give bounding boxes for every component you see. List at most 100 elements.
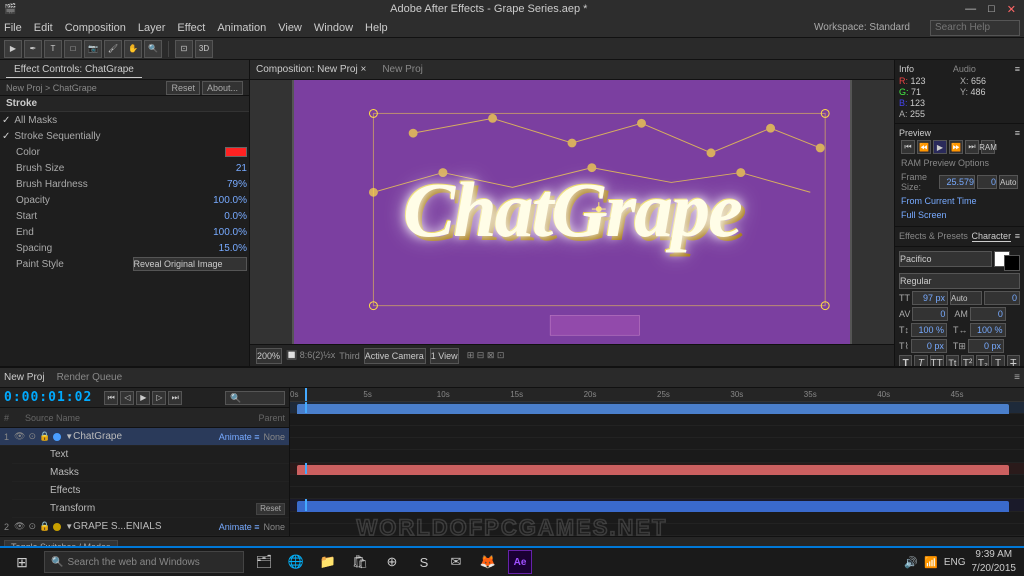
prev-ram-btn[interactable]: RAM: [981, 140, 995, 154]
layer-vis-grape[interactable]: 👁: [14, 521, 25, 532]
effect-controls-tab[interactable]: Effect Controls: ChatGrape: [6, 62, 142, 78]
tool-select[interactable]: ▶: [4, 40, 22, 58]
height-input[interactable]: [911, 323, 947, 337]
timeline-panel-menu[interactable]: ≡: [1014, 372, 1020, 383]
menu-animation[interactable]: Animation: [217, 22, 266, 34]
reset-button[interactable]: Reset: [166, 81, 200, 95]
tool-camera[interactable]: 📷: [84, 40, 102, 58]
task-mail-icon[interactable]: ✉: [444, 550, 468, 574]
menu-layer[interactable]: Layer: [138, 22, 166, 34]
menu-edit[interactable]: Edit: [34, 22, 53, 34]
task-folder-icon[interactable]: 📁: [316, 550, 340, 574]
menu-help[interactable]: Help: [365, 22, 388, 34]
tool-hand[interactable]: ✋: [124, 40, 142, 58]
menu-file[interactable]: File: [4, 22, 22, 34]
network-icon[interactable]: 📶: [924, 556, 938, 569]
camera-select[interactable]: Active Camera: [364, 348, 426, 364]
full-screen-link[interactable]: Full Screen: [899, 208, 1020, 222]
preview-tab[interactable]: Preview: [899, 128, 931, 138]
option-spacing[interactable]: Spacing 15.0%: [0, 240, 249, 256]
prev-first-btn[interactable]: ⏮: [901, 140, 915, 154]
preview-panel-menu[interactable]: ≡: [1015, 128, 1020, 138]
ep-panel-menu[interactable]: ≡: [1015, 231, 1020, 242]
task-ae-icon[interactable]: Ae: [508, 550, 532, 574]
audio-tab[interactable]: Audio: [953, 64, 976, 74]
search-taskbar[interactable]: 🔍 Search the web and Windows: [44, 551, 244, 573]
task-explorer-icon[interactable]: 🗂: [252, 550, 276, 574]
tsumi-input[interactable]: [968, 339, 1004, 353]
option-color[interactable]: Color: [0, 144, 249, 160]
layer-solo-grape[interactable]: ⊙: [28, 521, 36, 532]
animate-btn[interactable]: Animate ≡: [219, 432, 260, 442]
layer-row-transform1[interactable]: Transform Reset: [12, 500, 289, 518]
font-family-select[interactable]: Pacifico: [899, 251, 992, 267]
color-swatch[interactable]: [225, 147, 247, 157]
tl-play-btn[interactable]: ▶: [136, 391, 150, 405]
views-select[interactable]: 1 View: [430, 348, 459, 364]
maximize-button[interactable]: □: [984, 3, 999, 16]
panel-menu-icon[interactable]: ≡: [1015, 64, 1020, 74]
layer-row-chatgrape[interactable]: 1 👁 ⊙ 🔒 ▼ ChatGrape Animate ≡ None: [0, 428, 289, 446]
menu-view[interactable]: View: [278, 22, 302, 34]
layer-expand-grape[interactable]: ▼: [65, 522, 73, 531]
about-button[interactable]: About...: [202, 81, 243, 95]
tool-text[interactable]: T: [44, 40, 62, 58]
layer-row-text1[interactable]: Text: [12, 446, 289, 464]
option-brush-size[interactable]: Brush Size 21: [0, 160, 249, 176]
layer-search-input[interactable]: [225, 391, 285, 405]
width-input[interactable]: [970, 323, 1006, 337]
option-start[interactable]: Start 0.0%: [0, 208, 249, 224]
prev-play-btn[interactable]: ▶: [933, 140, 947, 154]
kerning-input[interactable]: [984, 291, 1020, 305]
character-tab[interactable]: Character: [972, 231, 1012, 242]
playhead[interactable]: [305, 388, 307, 401]
font-auto-select[interactable]: Auto: [950, 291, 982, 305]
prev-back-btn[interactable]: ⏪: [917, 140, 931, 154]
menu-window[interactable]: Window: [314, 22, 353, 34]
from-current-link[interactable]: From Current Time: [899, 194, 1020, 208]
auto-select[interactable]: Auto: [999, 175, 1018, 189]
tl-last-btn[interactable]: ⏭: [168, 391, 182, 405]
task-edge-icon[interactable]: 🌐: [284, 550, 308, 574]
3d-toggle[interactable]: ⊞ ⊟ ⊠ ⊡: [467, 350, 505, 361]
tl-next-btn[interactable]: ▷: [152, 391, 166, 405]
tool-brush[interactable]: 🖌: [104, 40, 122, 58]
layer-row-masks[interactable]: Masks: [12, 464, 289, 482]
prev-last-btn[interactable]: ⏭: [965, 140, 979, 154]
tool-3d[interactable]: 3D: [195, 40, 213, 58]
font-color-swatch2[interactable]: [1004, 255, 1020, 271]
volume-icon[interactable]: 🔊: [904, 556, 918, 569]
comp-subtab[interactable]: New Proj: [382, 64, 423, 75]
tool-pen[interactable]: ✒: [24, 40, 42, 58]
frame-rate-input[interactable]: [939, 175, 975, 189]
layer-row-effects[interactable]: Effects: [12, 482, 289, 500]
layer-lock[interactable]: 🔒: [39, 431, 50, 442]
font-size-input[interactable]: [912, 291, 948, 305]
transform1-reset-btn[interactable]: Reset: [256, 503, 285, 515]
layer-vis-chatgrape[interactable]: 👁: [14, 431, 25, 442]
start-button[interactable]: ⊞: [8, 548, 36, 576]
menu-effect[interactable]: Effect: [177, 22, 205, 34]
option-end[interactable]: End 100.0%: [0, 224, 249, 240]
font-style-select[interactable]: Regular: [899, 273, 1020, 289]
option-paint-style[interactable]: Paint Style Reveal Original Image: [0, 256, 249, 272]
info-tab[interactable]: Info: [899, 64, 914, 74]
task-store-icon[interactable]: 🛍: [348, 550, 372, 574]
option-opacity[interactable]: Opacity 100.0%: [0, 192, 249, 208]
layer-solo[interactable]: ⊙: [28, 431, 36, 442]
tl-prev-btn[interactable]: ◁: [120, 391, 134, 405]
paint-style-select[interactable]: Reveal Original Image: [133, 257, 248, 271]
tool-zoom[interactable]: 🔍: [144, 40, 162, 58]
layer-row-grape[interactable]: 2 👁 ⊙ 🔒 ▼ GRAPE S...ENIALS Animate ≡ Non…: [0, 518, 289, 536]
menu-composition[interactable]: Composition: [65, 22, 126, 34]
tool-shape[interactable]: □: [64, 40, 82, 58]
tool-snap[interactable]: ⊡: [175, 40, 193, 58]
close-button[interactable]: ✕: [1003, 3, 1020, 16]
tracking-input[interactable]: [912, 307, 948, 321]
tl-first-btn[interactable]: ⏮: [104, 391, 118, 405]
task-firefox-icon[interactable]: 🦊: [476, 550, 500, 574]
comp-tab[interactable]: Composition: New Proj ×: [256, 64, 366, 75]
effects-presets-tab[interactable]: Effects & Presets: [899, 231, 968, 242]
zoom-select[interactable]: 200%100%50%: [256, 348, 282, 364]
baseline-input[interactable]: [911, 339, 947, 353]
